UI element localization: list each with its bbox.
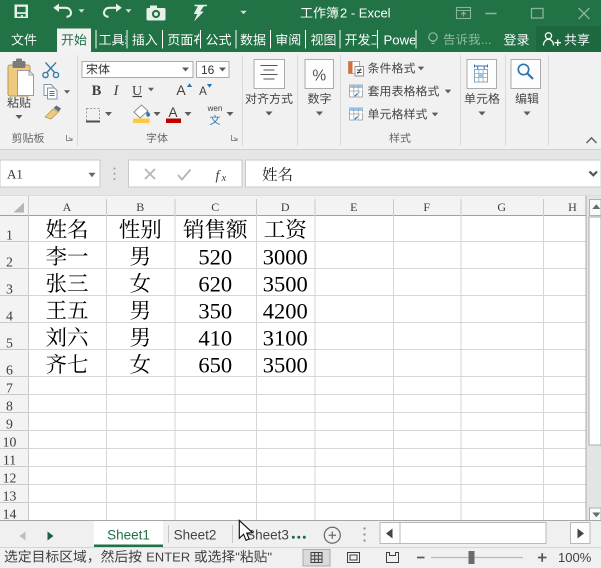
svg-text:A: A xyxy=(176,82,186,98)
svg-text:11: 11 xyxy=(3,452,16,467)
svg-text:E: E xyxy=(350,200,357,214)
svg-text:3500: 3500 xyxy=(263,353,308,378)
svg-text:9: 9 xyxy=(6,416,13,431)
svg-text:Sheet3: Sheet3 xyxy=(246,528,289,543)
svg-text:2: 2 xyxy=(6,254,13,269)
svg-text:Sheet1: Sheet1 xyxy=(107,528,150,543)
svg-text:1: 1 xyxy=(6,227,13,242)
svg-text:4: 4 xyxy=(6,308,13,323)
svg-text:A: A xyxy=(63,200,72,214)
svg-text:620: 620 xyxy=(198,272,232,297)
svg-text:14: 14 xyxy=(3,506,17,521)
svg-text:A: A xyxy=(199,86,207,98)
svg-text:A1: A1 xyxy=(7,167,23,182)
svg-text:%: % xyxy=(312,68,326,85)
svg-text:12: 12 xyxy=(3,470,17,485)
svg-text:Sheet2: Sheet2 xyxy=(174,528,217,543)
svg-text:B: B xyxy=(92,83,102,99)
svg-text:3100: 3100 xyxy=(263,326,308,351)
svg-text:350: 350 xyxy=(198,299,232,324)
svg-text:4200: 4200 xyxy=(263,299,308,324)
svg-text:D: D xyxy=(281,200,290,214)
svg-text:7: 7 xyxy=(6,380,13,395)
svg-text:13: 13 xyxy=(3,488,17,503)
svg-text:410: 410 xyxy=(198,326,232,351)
svg-text:B: B xyxy=(136,200,144,214)
svg-text:I: I xyxy=(113,83,120,99)
svg-text:...: ... xyxy=(481,33,491,47)
svg-text:F: F xyxy=(423,200,430,214)
svg-text:5: 5 xyxy=(6,335,13,350)
svg-text:wen: wen xyxy=(207,104,223,113)
svg-text:6: 6 xyxy=(6,362,13,377)
svg-text:3000: 3000 xyxy=(263,245,308,270)
svg-text:8: 8 xyxy=(6,398,13,413)
svg-text:A: A xyxy=(168,105,177,120)
svg-text:H: H xyxy=(568,200,577,214)
svg-text:G: G xyxy=(497,200,506,214)
svg-text:10: 10 xyxy=(3,434,17,449)
svg-text:3500: 3500 xyxy=(263,272,308,297)
svg-text:16: 16 xyxy=(201,63,215,77)
svg-text:520: 520 xyxy=(198,245,232,270)
svg-text:3: 3 xyxy=(6,281,13,296)
svg-text:650: 650 xyxy=(198,353,232,378)
svg-text:100%: 100% xyxy=(558,550,592,565)
svg-text:C: C xyxy=(211,200,219,214)
svg-text:2 - Excel: 2 - Excel xyxy=(340,6,391,21)
svg-text:x: x xyxy=(221,173,227,184)
